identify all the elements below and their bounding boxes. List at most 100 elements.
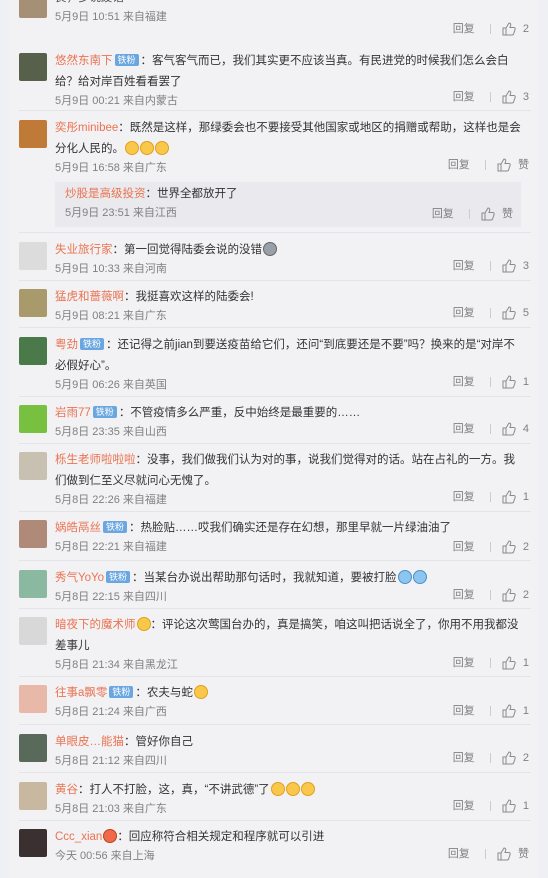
avatar[interactable] — [19, 242, 47, 270]
avatar[interactable] — [19, 120, 47, 148]
comment-text: 奕彤minibee：既然是这样，那绿委会也不要接受其他国家或地区的捐赠或帮助，这… — [55, 122, 521, 155]
thumbs-up-icon[interactable] — [502, 540, 516, 554]
divider — [19, 280, 531, 281]
reply-button[interactable]: 回复 — [453, 750, 475, 766]
reply-button[interactable]: 回复 — [453, 89, 475, 105]
reply-button[interactable]: 回复 — [453, 539, 475, 555]
reply-button[interactable]: 回复 — [453, 655, 475, 671]
thumbs-up-icon[interactable] — [502, 588, 516, 602]
like-count: 2 — [522, 23, 529, 36]
divider — [19, 511, 531, 512]
avatar[interactable] — [19, 405, 47, 433]
thumbs-up-icon[interactable] — [502, 422, 516, 436]
username-link[interactable]: 往事a飘零 — [55, 687, 107, 699]
like-count: 2 — [522, 541, 529, 554]
reply-button[interactable]: 回复 — [448, 846, 470, 862]
thumbs-up-icon[interactable] — [481, 207, 495, 221]
avatar[interactable] — [19, 520, 47, 548]
avatar[interactable] — [19, 337, 47, 365]
username-link[interactable]: 悠然东南下 — [55, 55, 113, 67]
smiley-emoji — [140, 141, 154, 155]
like-count: 5 — [522, 307, 529, 320]
username-link[interactable]: 单眼皮…能猫 — [55, 736, 124, 748]
avatar[interactable] — [19, 570, 47, 598]
username-link[interactable]: 奕彤minibee — [55, 122, 118, 134]
comment-text: 失业旅行家：第一回觉得陆委会说的没错 — [55, 240, 521, 261]
comment-meta: 5月9日 00:21 来自内蒙古 — [55, 95, 178, 107]
avatar[interactable] — [19, 685, 47, 713]
smiley-emoji — [300, 782, 315, 796]
comment-meta: 5月9日 06:26 来自英国 — [55, 379, 167, 391]
avatar[interactable] — [19, 829, 47, 857]
username-link[interactable]: Ccc_xian — [55, 831, 102, 843]
thumbs-up-icon[interactable] — [502, 90, 516, 104]
divider — [489, 261, 491, 272]
reply-button[interactable]: 回复 — [453, 489, 475, 505]
username-link[interactable]: 栎生老师啦啦啦 — [55, 454, 136, 466]
divider — [19, 772, 531, 773]
reply-button[interactable]: 回复 — [453, 798, 475, 814]
like-count: 3 — [522, 260, 529, 273]
divider — [468, 209, 470, 220]
thumbs-up-icon[interactable] — [502, 656, 516, 670]
reply-button[interactable]: 回复 — [453, 421, 475, 437]
avatar[interactable] — [19, 734, 47, 762]
like-count: 1 — [522, 800, 529, 813]
avatar[interactable] — [19, 53, 47, 81]
thumbs-up-icon[interactable] — [502, 375, 516, 389]
reply-button[interactable]: 回复 — [448, 157, 470, 173]
username-link[interactable]: 暗夜下的魔术师 — [55, 619, 136, 631]
thumbs-up-icon[interactable] — [502, 799, 516, 813]
smiley-emoji — [263, 242, 277, 256]
avatar[interactable] — [19, 617, 47, 645]
comment-text: 粤劲 铁粉 ：还记得之前jian到要送疫苗给它们，还问“到底要还是不要”吗？换来的是… — [55, 338, 515, 372]
username-link[interactable]: 娲皓鬲丝 — [55, 522, 101, 534]
avatar[interactable] — [19, 289, 47, 317]
username-link[interactable]: 猛虎和蔷薇啊 — [55, 291, 124, 303]
comment-meta: 5月8日 22:26 来自福建 — [55, 494, 167, 506]
reply-button[interactable]: 回复 — [453, 587, 475, 603]
avatar[interactable] — [19, 452, 47, 480]
reply-button[interactable]: 回复 — [453, 258, 475, 274]
comment-text: 娲皓鬲丝 铁粉 ：热脸贴……哎我们确实还是存在幻想，那里早就一片绿油油了 — [55, 521, 452, 534]
username-link[interactable]: 黄谷 — [55, 784, 78, 796]
divider — [19, 110, 531, 111]
username-link[interactable]: 岩雨77 — [55, 407, 91, 419]
avatar[interactable] — [19, 782, 47, 810]
comment-meta: 5月9日 08:21 来自广东 — [55, 310, 167, 322]
reply-button[interactable]: 回复 — [432, 206, 454, 222]
username-link[interactable]: 失业旅行家 — [55, 244, 113, 256]
username-link[interactable]: 秀气YoYo — [55, 572, 104, 584]
avatar[interactable] — [19, 0, 47, 18]
comment-meta: 5月8日 22:21 来自福建 — [55, 541, 167, 553]
comment-text: Ccc_xian ：回应称符合相关规定和程序就可以引进 — [55, 829, 325, 843]
divider — [19, 560, 531, 561]
like-count: 2 — [522, 589, 529, 602]
divider — [489, 424, 491, 435]
thumbs-up-icon[interactable] — [502, 751, 516, 765]
reply-button[interactable]: 回复 — [453, 21, 475, 37]
thumbs-up-icon[interactable] — [502, 490, 516, 504]
username-link[interactable]: 粤劲 — [55, 339, 78, 351]
divider — [19, 608, 531, 609]
vip-badge: 铁粉 — [92, 406, 117, 418]
vip-badge: 铁粉 — [103, 521, 128, 533]
thumbs-up-icon[interactable] — [502, 259, 516, 273]
thumbs-up-icon[interactable] — [502, 306, 516, 320]
divider — [19, 327, 531, 328]
comment-text: 栎生老师啦啦啦：没事，我们做我们认为对的事，说我们觉得对的话。站在占礼的一方。我… — [55, 454, 515, 487]
thumbs-up-icon[interactable] — [502, 704, 516, 718]
divider — [19, 396, 531, 397]
sub-reply: 炒股是高级投资：世界全都放开了 5月9日 23:51 来自江西 回复 赞 — [55, 182, 521, 227]
thumbs-up-icon[interactable] — [497, 158, 511, 172]
smiley-emoji — [270, 782, 285, 796]
reply-button[interactable]: 回复 — [453, 703, 475, 719]
username-link[interactable]: 炒股是高级投资 — [65, 188, 146, 200]
like-count: 赞 — [502, 208, 513, 221]
divider — [489, 706, 491, 717]
thumbs-up-icon[interactable] — [502, 22, 516, 36]
reply-button[interactable]: 回复 — [453, 374, 475, 390]
thumbs-up-icon[interactable] — [497, 847, 511, 861]
comment-text: 猛虎和蔷薇啊：我挺喜欢这样的陆委会! — [55, 291, 254, 303]
reply-button[interactable]: 回复 — [453, 305, 475, 321]
